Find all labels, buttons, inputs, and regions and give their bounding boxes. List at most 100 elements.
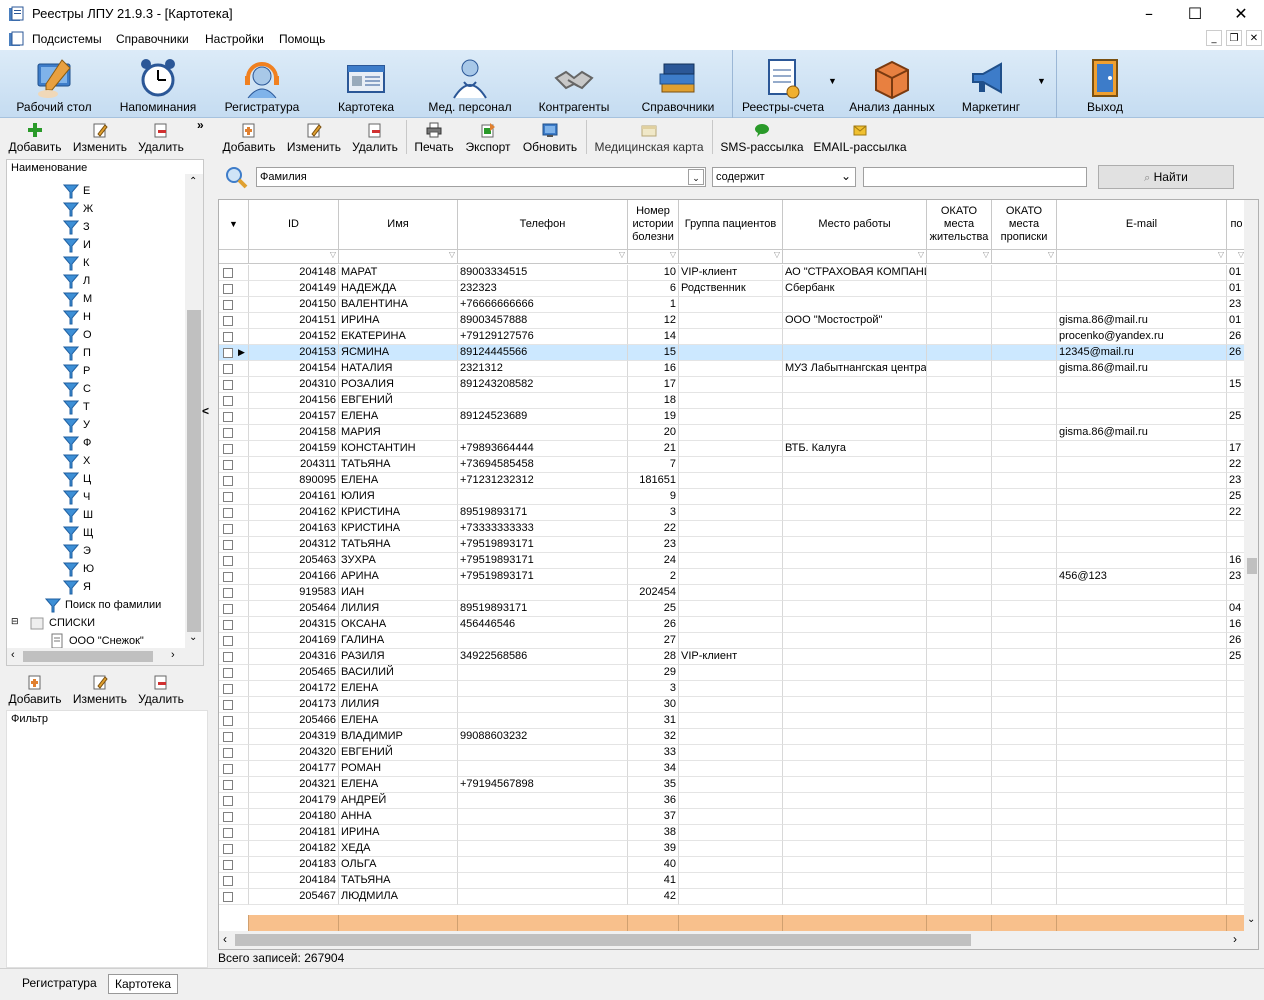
collapse-panel-icon[interactable]: < — [202, 404, 209, 418]
table-cell[interactable] — [1057, 809, 1227, 825]
table-cell[interactable]: 204179 — [249, 793, 339, 809]
table-cell[interactable] — [783, 681, 927, 697]
tab-card-index[interactable]: Картотека — [108, 974, 179, 994]
table-row[interactable]: 204316 РАЗИЛЯ 34922568586 28 VIP-клиент 25 — [219, 649, 1258, 665]
minimize-button[interactable]: – — [1126, 0, 1172, 28]
table-cell[interactable]: 27 — [628, 633, 679, 649]
table-cell[interactable] — [927, 441, 992, 457]
tree-hscroll-thumb[interactable] — [23, 651, 153, 662]
row-select-cell[interactable] — [219, 569, 249, 585]
table-cell[interactable] — [458, 489, 628, 505]
table-cell[interactable] — [458, 713, 628, 729]
row-checkbox[interactable] — [223, 604, 233, 614]
row-checkbox[interactable] — [223, 860, 233, 870]
table-cell[interactable] — [1057, 409, 1227, 425]
column-filter-cell[interactable]: ▽ — [628, 250, 679, 264]
column-header-id-column[interactable]: ID — [249, 200, 339, 250]
row-checkbox[interactable] — [223, 556, 233, 566]
chevron-down-icon[interactable]: ⌄ — [841, 169, 851, 183]
table-cell[interactable]: procenko@yandex.ru — [1057, 329, 1227, 345]
table-cell[interactable] — [679, 857, 783, 873]
table-cell[interactable]: 38 — [628, 825, 679, 841]
row-select-cell[interactable] — [219, 361, 249, 377]
table-cell[interactable]: 204319 — [249, 729, 339, 745]
table-row[interactable]: 204157 ЕЛЕНА 89124523689 19 25 — [219, 409, 1258, 425]
table-cell[interactable]: ВЛАДИМИР — [339, 729, 458, 745]
filter-delete-button[interactable]: Удалить — [134, 674, 188, 706]
table-cell[interactable] — [458, 425, 628, 441]
table-cell[interactable] — [1057, 297, 1227, 313]
ribbon-registry-button[interactable]: Регистратура — [216, 50, 308, 118]
table-cell[interactable]: ЕЛЕНА — [339, 473, 458, 489]
table-cell[interactable]: КРИСТИНА — [339, 521, 458, 537]
table-cell[interactable] — [927, 489, 992, 505]
table-cell[interactable] — [1057, 729, 1227, 745]
row-checkbox[interactable] — [223, 716, 233, 726]
table-cell[interactable] — [1057, 649, 1227, 665]
table-row[interactable]: 205463 ЗУХРА +79519893171 24 16 — [219, 553, 1258, 569]
mdi-restore-button[interactable]: ❐ — [1226, 30, 1242, 46]
table-cell[interactable]: 25 — [628, 601, 679, 617]
table-cell[interactable]: КОНСТАНТИН — [339, 441, 458, 457]
table-cell[interactable] — [927, 825, 992, 841]
row-checkbox[interactable] — [223, 572, 233, 582]
table-cell[interactable] — [679, 313, 783, 329]
table-cell[interactable] — [927, 873, 992, 889]
row-select-cell[interactable] — [219, 889, 249, 905]
table-cell[interactable]: 14 — [628, 329, 679, 345]
table-cell[interactable]: 204183 — [249, 857, 339, 873]
table-cell[interactable]: 205464 — [249, 601, 339, 617]
table-cell[interactable]: +76666666666 — [458, 297, 628, 313]
table-cell[interactable] — [783, 457, 927, 473]
table-cell[interactable] — [783, 761, 927, 777]
table-cell[interactable]: 204321 — [249, 777, 339, 793]
table-cell[interactable] — [458, 809, 628, 825]
table-cell[interactable]: 204157 — [249, 409, 339, 425]
table-cell[interactable]: 15 — [628, 345, 679, 361]
ribbon-contractors-button[interactable]: Контрагенты — [528, 50, 620, 118]
row-select-cell[interactable] — [219, 585, 249, 601]
column-filter-cell[interactable]: ▽ — [992, 250, 1057, 264]
row-select-cell[interactable] — [219, 841, 249, 857]
table-cell[interactable]: 33 — [628, 745, 679, 761]
main-add-button[interactable]: Добавить — [222, 122, 276, 154]
table-cell[interactable] — [783, 297, 927, 313]
table-row[interactable]: 204321 ЕЛЕНА +79194567898 35 — [219, 777, 1258, 793]
table-cell[interactable] — [458, 665, 628, 681]
table-cell[interactable]: ЛИЛИЯ — [339, 697, 458, 713]
table-cell[interactable]: 19 — [628, 409, 679, 425]
table-cell[interactable]: 89124445566 — [458, 345, 628, 361]
table-cell[interactable] — [927, 345, 992, 361]
table-row[interactable]: 204158 МАРИЯ 20 gisma.86@mail.ru — [219, 425, 1258, 441]
row-select-cell[interactable] — [219, 425, 249, 441]
filter-funnel-icon[interactable]: ▽ — [983, 250, 989, 259]
table-cell[interactable]: ЕВГЕНИЙ — [339, 745, 458, 761]
table-cell[interactable] — [927, 633, 992, 649]
table-cell[interactable]: 204173 — [249, 697, 339, 713]
table-cell[interactable] — [992, 361, 1057, 377]
table-cell[interactable] — [1057, 665, 1227, 681]
grid-horizontal-scrollbar[interactable]: ‹ › — [219, 931, 1258, 949]
table-cell[interactable]: 9 — [628, 489, 679, 505]
table-cell[interactable] — [679, 889, 783, 905]
table-cell[interactable] — [783, 489, 927, 505]
table-cell[interactable] — [927, 793, 992, 809]
table-row[interactable]: 204180 АННА 37 — [219, 809, 1258, 825]
table-cell[interactable] — [679, 297, 783, 313]
table-cell[interactable] — [992, 505, 1057, 521]
table-cell[interactable] — [1057, 633, 1227, 649]
table-cell[interactable]: 21 — [628, 441, 679, 457]
ribbon-marketing-button[interactable]: Маркетинг — [950, 50, 1032, 118]
table-cell[interactable] — [1057, 505, 1227, 521]
table-cell[interactable] — [679, 617, 783, 633]
table-cell[interactable]: 202454 — [628, 585, 679, 601]
table-row[interactable]: 204312 ТАТЬЯНА +79519893171 23 — [219, 537, 1258, 553]
table-row[interactable]: 204156 ЕВГЕНИЙ 18 — [219, 393, 1258, 409]
table-cell[interactable]: 204180 — [249, 809, 339, 825]
table-cell[interactable] — [458, 697, 628, 713]
table-cell[interactable] — [783, 825, 927, 841]
table-cell[interactable]: 204151 — [249, 313, 339, 329]
row-checkbox[interactable] — [223, 764, 233, 774]
table-cell[interactable] — [927, 297, 992, 313]
table-cell[interactable] — [927, 377, 992, 393]
